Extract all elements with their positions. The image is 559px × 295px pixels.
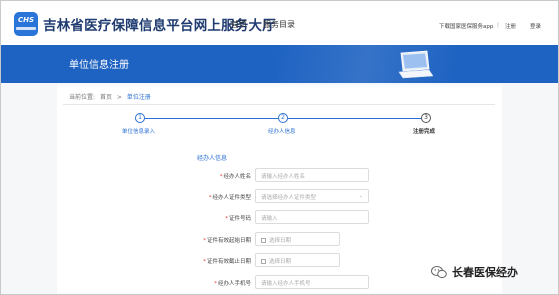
browser-frame: CHS 吉林省医疗保障信息平台网上服务大厅 首页 服务目录 下载国家医保服务ap… [0,0,559,295]
logo-underline [16,27,36,30]
field-label: *经办人手机号 [214,281,251,287]
end-date-placeholder: 选择日期 [269,259,292,265]
required-mark: * [225,216,228,222]
breadcrumb-separator: > [116,94,122,101]
form-row-phone: *经办人手机号 [151,275,251,290]
logo-text: CHS [17,16,35,24]
calendar-icon [261,259,266,264]
step-1-label: 单位信息录入 [122,129,156,135]
breadcrumb-divider [63,104,495,105]
chevron-down-icon: ⌄ [358,193,363,199]
step-3-label: 注册完成 [413,129,436,135]
form-row-start-date: *证件有效起始日期 [151,232,251,247]
step-2-circle: 2 [278,113,288,123]
step-connector-2 [288,118,421,119]
form-row-end-date: *证件有效截止日期 [151,253,251,268]
required-mark: * [203,259,206,265]
agent-name-input[interactable]: 请输入经办人姓名 [255,168,369,182]
step-3-circle: 3 [421,113,431,123]
form-section-title: 经办人信息 [197,155,228,162]
calendar-icon [261,238,266,243]
login-link[interactable]: 登录 [530,22,541,30]
breadcrumb-current: 单位注册 [126,94,151,101]
banner-decoration [278,45,498,83]
laptop-icon [398,50,433,79]
id-number-input[interactable]: 请输入 [255,210,369,224]
form-row-id-type: *经办人证件类型 [151,189,251,204]
breadcrumb-prefix: 当前位置: [69,94,96,101]
page-title: 单位信息注册 [69,60,129,71]
nav-home[interactable]: 首页 [231,19,247,30]
watermark-text: 长春医保经办 [452,266,518,279]
field-label: *证件有效起始日期 [203,238,251,244]
field-label: *经办人证件类型 [208,195,251,201]
id-type-placeholder: 请选择经办人证件类型 [261,195,317,201]
download-app-link[interactable]: 下载国家医保服务app [439,22,493,30]
start-date-placeholder: 选择日期 [269,238,292,244]
nav-service-catalog[interactable]: 服务目录 [263,19,295,30]
start-date-picker[interactable]: 选择日期 [255,232,340,246]
wechat-icon [431,266,447,279]
step-connector-1 [145,118,278,119]
field-label: *证件有效截止日期 [203,259,251,265]
end-date-picker[interactable]: 选择日期 [255,253,340,267]
id-type-select[interactable]: 请选择经办人证件类型 ⌄ [255,189,369,203]
field-label: *证件号码 [225,216,251,222]
breadcrumb: 当前位置: 首页 > 单位注册 [69,92,154,101]
top-link-separator: | [497,22,499,28]
field-label: *经办人姓名 [219,174,251,180]
step-1-circle: 1 [135,113,145,123]
register-link[interactable]: 注册 [505,22,516,30]
form-row-id-number: *证件号码 [151,210,251,225]
page-banner: 单位信息注册 [1,45,558,83]
site-header: CHS 吉林省医疗保障信息平台网上服务大厅 首页 服务目录 下载国家医保服务ap… [1,1,558,45]
required-mark: * [214,281,217,287]
phone-input[interactable]: 请输入经办人手机号 [255,275,369,289]
required-mark: * [203,238,206,244]
chs-logo-icon[interactable]: CHS [14,12,38,36]
breadcrumb-home[interactable]: 首页 [100,94,112,101]
step-2-label: 经办人信息 [268,129,296,135]
form-row-name: *经办人姓名 [151,168,251,183]
